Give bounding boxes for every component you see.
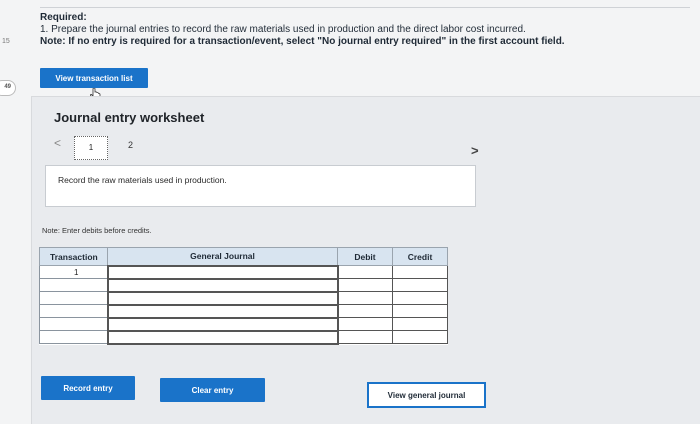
credit-field[interactable] bbox=[392, 265, 448, 279]
account-field[interactable] bbox=[106, 264, 339, 280]
margin-badge: 49 bbox=[0, 80, 16, 96]
requirement-text: 1. Prepare the journal entries to record… bbox=[40, 24, 526, 35]
instructions: Required: 1. Prepare the journal entries… bbox=[40, 12, 565, 48]
debit-field[interactable] bbox=[337, 291, 393, 305]
page-tab-1[interactable]: 1 bbox=[74, 136, 108, 160]
transaction-cell bbox=[39, 330, 108, 344]
column-header-transaction: Transaction bbox=[39, 247, 108, 266]
column-header-credit: Credit bbox=[392, 247, 448, 266]
debit-field[interactable] bbox=[337, 304, 393, 318]
record-entry-button[interactable]: Record entry bbox=[41, 376, 135, 400]
clear-entry-button[interactable]: Clear entry bbox=[160, 378, 265, 402]
table-row bbox=[39, 277, 448, 293]
transaction-cell: 1 bbox=[39, 265, 108, 279]
margin-number: 15 bbox=[2, 38, 10, 45]
debit-field[interactable] bbox=[337, 317, 393, 331]
page-tab-2[interactable]: 2 bbox=[128, 140, 133, 150]
required-heading: Required: bbox=[40, 12, 87, 23]
view-transaction-list-button[interactable]: View transaction list bbox=[40, 68, 148, 88]
account-field[interactable] bbox=[106, 277, 339, 293]
credit-field[interactable] bbox=[392, 278, 448, 292]
worksheet-title: Journal entry worksheet bbox=[54, 110, 205, 125]
table-row bbox=[39, 303, 448, 319]
previous-arrow-icon[interactable]: < bbox=[54, 136, 61, 150]
column-header-general-journal: General Journal bbox=[107, 247, 338, 266]
account-field[interactable] bbox=[106, 290, 339, 306]
requirement-note: Note: If no entry is required for a tran… bbox=[40, 36, 565, 47]
debits-note: Note: Enter debits before credits. bbox=[42, 226, 152, 235]
entry-description: Record the raw materials used in product… bbox=[45, 165, 476, 207]
column-header-debit: Debit bbox=[337, 247, 393, 266]
credit-field[interactable] bbox=[392, 317, 448, 331]
next-arrow-icon[interactable]: > bbox=[471, 143, 479, 158]
account-field[interactable] bbox=[106, 329, 339, 345]
transaction-cell bbox=[39, 317, 108, 331]
credit-field[interactable] bbox=[392, 304, 448, 318]
journal-table: Transaction General Journal Debit Credit… bbox=[39, 247, 448, 345]
account-field[interactable] bbox=[106, 316, 339, 332]
transaction-cell bbox=[39, 304, 108, 318]
transaction-cell bbox=[39, 291, 108, 305]
account-field[interactable] bbox=[106, 303, 339, 319]
debit-field[interactable] bbox=[337, 330, 393, 344]
transaction-cell bbox=[39, 278, 108, 292]
view-general-journal-button[interactable]: View general journal bbox=[367, 382, 486, 408]
debit-field[interactable] bbox=[337, 278, 393, 292]
table-row: 1 bbox=[39, 264, 448, 280]
table-row bbox=[39, 316, 448, 332]
table-row bbox=[39, 290, 448, 306]
table-row bbox=[39, 329, 448, 345]
debit-field[interactable] bbox=[337, 265, 393, 279]
credit-field[interactable] bbox=[392, 291, 448, 305]
credit-field[interactable] bbox=[392, 330, 448, 344]
top-divider bbox=[40, 0, 690, 8]
